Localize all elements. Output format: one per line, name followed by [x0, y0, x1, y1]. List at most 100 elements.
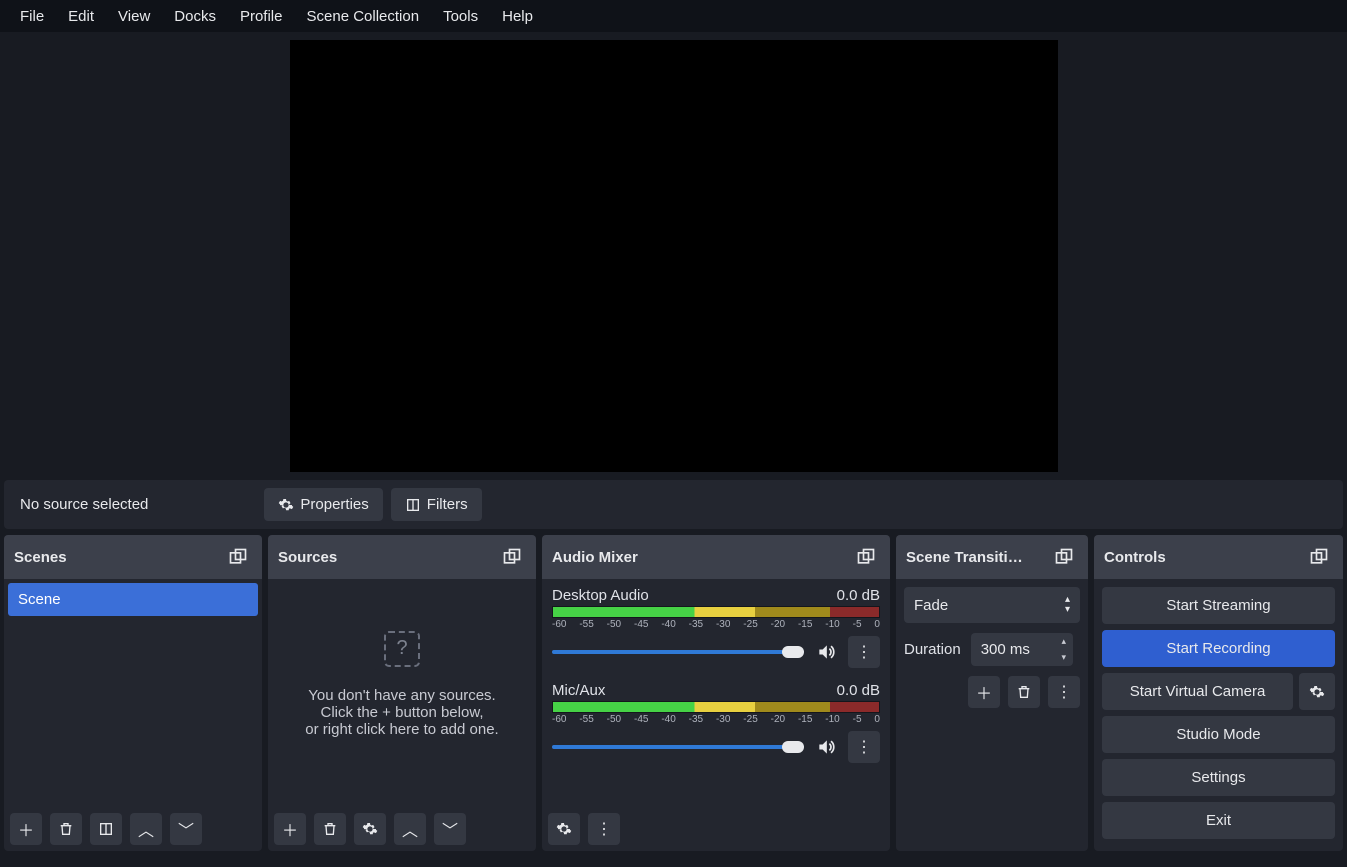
speaker-icon[interactable] — [812, 638, 840, 666]
mixer-advanced-button[interactable] — [548, 813, 580, 845]
sources-body[interactable]: ? You don't have any sources. Click the … — [268, 579, 536, 807]
menu-view[interactable]: View — [106, 2, 162, 31]
slider-thumb[interactable] — [782, 646, 804, 658]
controls-title: Controls — [1104, 549, 1166, 566]
question-icon: ? — [384, 631, 420, 667]
sources-header: Sources — [268, 535, 536, 579]
menu-edit[interactable]: Edit — [56, 2, 106, 31]
properties-button[interactable]: Properties — [264, 488, 382, 521]
kebab-icon: ⋮ — [856, 642, 872, 662]
trash-icon — [322, 821, 338, 837]
audio-mixer-dock: Audio Mixer Desktop Audio 0.0 dB -60-55-… — [542, 535, 890, 851]
duration-label: Duration — [904, 641, 961, 658]
mixer-title: Audio Mixer — [552, 549, 638, 566]
popout-icon[interactable] — [224, 543, 252, 571]
add-scene-button[interactable]: ＋ — [10, 813, 42, 845]
chevron-down-icon: ﹀ — [442, 817, 458, 841]
level-meter — [552, 606, 880, 618]
gear-icon — [556, 821, 572, 837]
scenes-title: Scenes — [14, 549, 67, 566]
kebab-icon: ⋮ — [596, 819, 612, 839]
remove-transition-button[interactable] — [1008, 676, 1040, 708]
scenes-dock: Scenes Scene ＋ ︿ ﹀ — [4, 535, 262, 851]
channel-name: Mic/Aux — [552, 682, 605, 699]
exit-button[interactable]: Exit — [1102, 802, 1335, 839]
channel-menu-button[interactable]: ⋮ — [848, 731, 880, 763]
scenes-header: Scenes — [4, 535, 262, 579]
scene-move-up-button[interactable]: ︿ — [130, 813, 162, 845]
transition-select[interactable]: Fade ▴▾ — [904, 587, 1080, 623]
remove-source-button[interactable] — [314, 813, 346, 845]
controls-header: Controls — [1094, 535, 1343, 579]
gear-icon — [1309, 684, 1325, 700]
studio-mode-button[interactable]: Studio Mode — [1102, 716, 1335, 753]
filters-icon — [98, 821, 114, 837]
slider-thumb[interactable] — [782, 741, 804, 753]
mixer-channel: Desktop Audio 0.0 dB -60-55-50-45-40-35-… — [542, 579, 890, 674]
start-recording-button[interactable]: Start Recording — [1102, 630, 1335, 667]
controls-dock: Controls Start Streaming Start Recording… — [1094, 535, 1343, 851]
filters-label: Filters — [427, 496, 468, 513]
mixer-header: Audio Mixer — [542, 535, 890, 579]
spin-down-icon[interactable]: ▾ — [1055, 649, 1073, 665]
menu-scene-collection[interactable]: Scene Collection — [295, 2, 432, 31]
transitions-body: Fade ▴▾ Duration 300 ms ▴ ▾ ＋ ⋮ — [896, 579, 1088, 716]
popout-icon[interactable] — [1305, 543, 1333, 571]
source-move-up-button[interactable]: ︿ — [394, 813, 426, 845]
source-properties-button[interactable] — [354, 813, 386, 845]
mixer-footer: ⋮ — [542, 807, 890, 851]
remove-scene-button[interactable] — [50, 813, 82, 845]
add-source-button[interactable]: ＋ — [274, 813, 306, 845]
preview-canvas[interactable] — [290, 40, 1058, 472]
gear-icon — [278, 497, 294, 513]
settings-button[interactable]: Settings — [1102, 759, 1335, 796]
filters-button[interactable]: Filters — [391, 488, 482, 521]
transition-properties-button[interactable]: ⋮ — [1048, 676, 1080, 708]
plus-icon: ＋ — [282, 817, 298, 841]
menubar: File Edit View Docks Profile Scene Colle… — [0, 0, 1347, 32]
trash-icon — [1016, 684, 1032, 700]
mixer-channel: Mic/Aux 0.0 dB -60-55-50-45-40-35-30-25-… — [542, 674, 890, 769]
scenes-footer: ＋ ︿ ﹀ — [4, 807, 262, 851]
kebab-icon: ⋮ — [1056, 682, 1072, 702]
virtual-camera-settings-button[interactable] — [1299, 673, 1335, 710]
transition-selected: Fade — [914, 597, 948, 614]
mixer-menu-button[interactable]: ⋮ — [588, 813, 620, 845]
start-virtual-camera-button[interactable]: Start Virtual Camera — [1102, 673, 1293, 710]
chevron-up-icon: ︿ — [138, 817, 154, 841]
meter-ticks: -60-55-50-45-40-35-30-25-20-15-10-50 — [552, 618, 880, 632]
transitions-title: Scene Transiti… — [906, 549, 1023, 566]
scenes-body[interactable]: Scene — [4, 579, 262, 807]
sources-empty-line: You don't have any sources. — [308, 687, 495, 704]
menu-file[interactable]: File — [8, 2, 56, 31]
sources-empty: ? You don't have any sources. Click the … — [268, 579, 536, 789]
spin-up-icon[interactable]: ▴ — [1055, 633, 1073, 649]
volume-slider[interactable] — [552, 745, 804, 749]
scene-filters-button[interactable] — [90, 813, 122, 845]
transitions-header: Scene Transiti… — [896, 535, 1088, 579]
popout-icon[interactable] — [1050, 543, 1078, 571]
start-streaming-button[interactable]: Start Streaming — [1102, 587, 1335, 624]
volume-slider[interactable] — [552, 650, 804, 654]
menu-tools[interactable]: Tools — [431, 2, 490, 31]
duration-spinbox[interactable]: 300 ms ▴ ▾ — [971, 633, 1073, 666]
menu-profile[interactable]: Profile — [228, 2, 295, 31]
level-meter — [552, 701, 880, 713]
preview-area — [0, 32, 1347, 472]
popout-icon[interactable] — [852, 543, 880, 571]
menu-help[interactable]: Help — [490, 2, 545, 31]
source-status-label: No source selected — [12, 492, 156, 517]
speaker-icon[interactable] — [812, 733, 840, 761]
sources-footer: ＋ ︿ ﹀ — [268, 807, 536, 851]
scene-item[interactable]: Scene — [8, 583, 258, 616]
transitions-dock: Scene Transiti… Fade ▴▾ Duration 300 ms … — [896, 535, 1088, 851]
meter-ticks: -60-55-50-45-40-35-30-25-20-15-10-50 — [552, 713, 880, 727]
kebab-icon: ⋮ — [856, 737, 872, 757]
add-transition-button[interactable]: ＋ — [968, 676, 1000, 708]
channel-level: 0.0 dB — [837, 682, 880, 699]
menu-docks[interactable]: Docks — [162, 2, 228, 31]
scene-move-down-button[interactable]: ﹀ — [170, 813, 202, 845]
popout-icon[interactable] — [498, 543, 526, 571]
channel-menu-button[interactable]: ⋮ — [848, 636, 880, 668]
source-move-down-button[interactable]: ﹀ — [434, 813, 466, 845]
